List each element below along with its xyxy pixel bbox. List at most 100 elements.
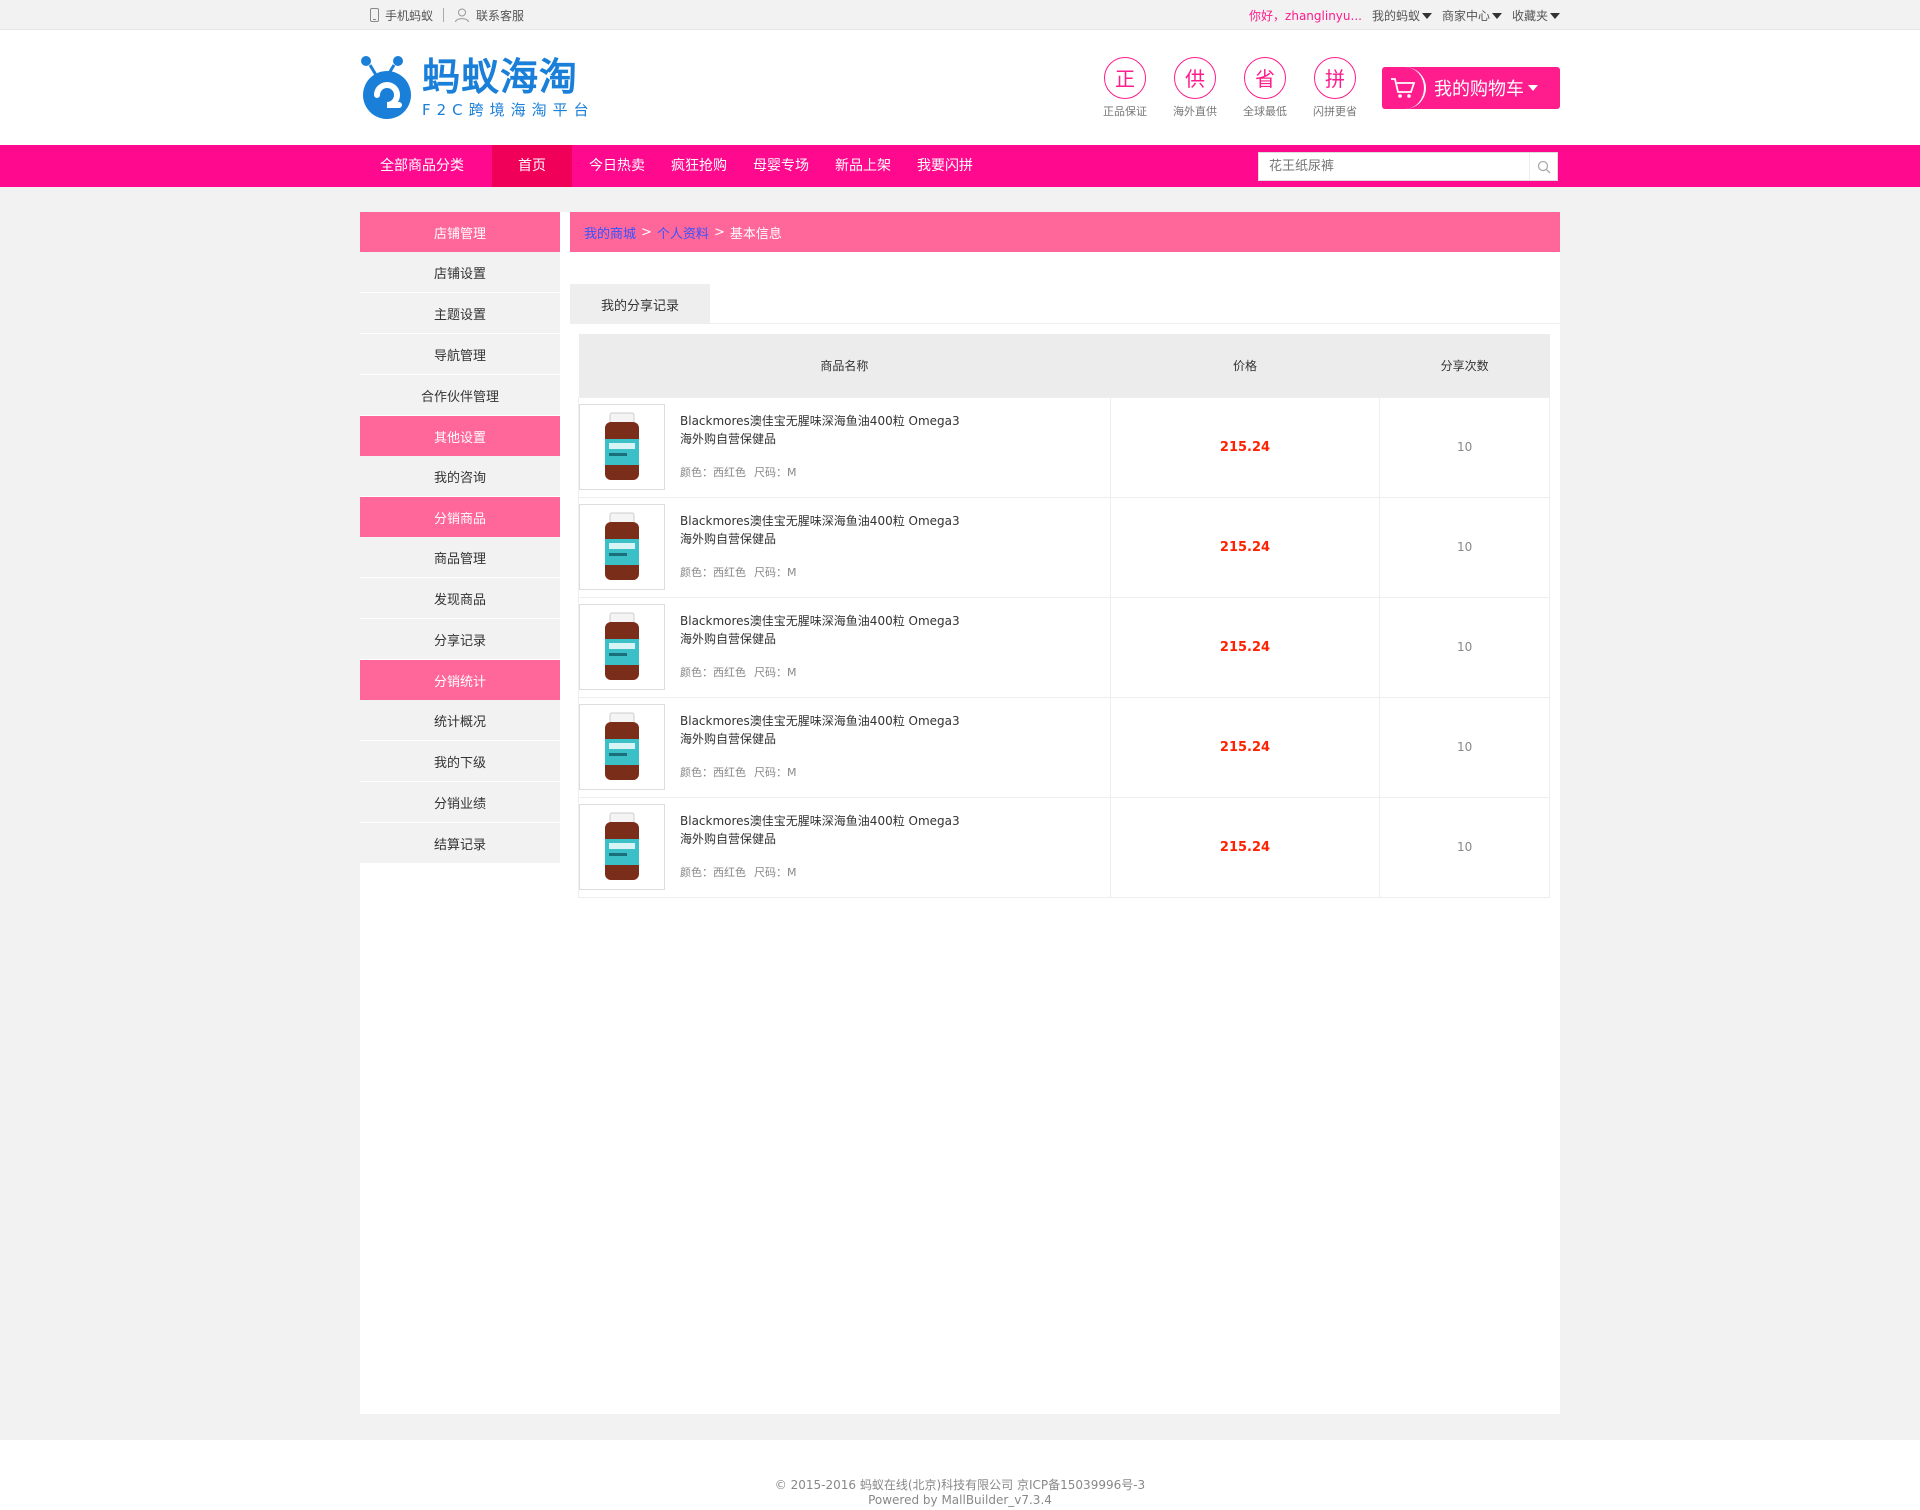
breadcrumb-mall[interactable]: 我的商城 bbox=[584, 223, 636, 242]
product-name[interactable]: Blackmores澳佳宝无腥味深海鱼油400粒 Omega3 海外购自营保健品 bbox=[680, 812, 970, 848]
cart-icon bbox=[1382, 66, 1426, 109]
breadcrumb-separator: > bbox=[641, 224, 652, 240]
badge-icon: 省 bbox=[1244, 56, 1286, 99]
product-price: 215.24 bbox=[1109, 596, 1381, 698]
badge-direct: 供 海外直供 bbox=[1170, 56, 1220, 119]
column-header-share-count: 分享次数 bbox=[1379, 334, 1550, 397]
sidebar-item-partners[interactable]: 合作伙伴管理 bbox=[360, 375, 560, 416]
breadcrumb-current: 基本信息 bbox=[729, 226, 782, 242]
merchant-menu[interactable]: 商家中心 bbox=[1442, 7, 1502, 24]
product-price: 215.24 bbox=[1109, 696, 1381, 798]
product-name-line: Blackmores澳佳宝无腥味深海鱼油400粒 Omega3 bbox=[680, 714, 960, 728]
sidebar-group-statistics: 分销统计 bbox=[360, 660, 560, 700]
badge-label: 全球最低 bbox=[1243, 104, 1287, 118]
nav-all-categories[interactable]: 全部商品分类 bbox=[360, 145, 492, 187]
tab-bar: 我的分享记录 bbox=[570, 284, 1560, 324]
product-name-line: 海外购自营保健品 bbox=[680, 532, 777, 546]
product-image bbox=[605, 812, 639, 880]
badge-group: 拼 闪拼更省 bbox=[1310, 56, 1360, 119]
sidebar-item-inquiries[interactable]: 我的咨询 bbox=[360, 456, 560, 497]
site-header: 蚂蚁海淘 F2C跨境海淘平台 正 正品保证 供 海外直供 省 全球最低 拼 闪拼… bbox=[0, 30, 1920, 145]
sidebar-item-settlement[interactable]: 结算记录 bbox=[360, 823, 560, 864]
logo[interactable]: 蚂蚁海淘 F2C跨境海淘平台 bbox=[360, 53, 595, 123]
mobile-link[interactable]: 手机蚂蚁 bbox=[360, 7, 443, 24]
breadcrumb-profile[interactable]: 个人资料 bbox=[657, 223, 709, 242]
product-name-line: Blackmores澳佳宝无腥味深海鱼油400粒 Omega3 bbox=[680, 814, 960, 828]
product-color: 颜色：西红色 bbox=[680, 766, 746, 779]
sidebar-item-discover-products[interactable]: 发现商品 bbox=[360, 578, 560, 619]
product-name[interactable]: Blackmores澳佳宝无腥味深海鱼油400粒 Omega3 海外购自营保健品 bbox=[680, 612, 970, 648]
product-thumbnail[interactable] bbox=[579, 604, 665, 690]
sidebar-item-nav-management[interactable]: 导航管理 bbox=[360, 334, 560, 375]
sidebar-item-product-management[interactable]: 商品管理 bbox=[360, 537, 560, 578]
search-button[interactable] bbox=[1529, 153, 1557, 180]
chevron-down-icon bbox=[1528, 84, 1538, 91]
badge-label: 闪拼更省 bbox=[1313, 104, 1357, 118]
product-name-line: 海外购自营保健品 bbox=[680, 632, 777, 646]
sidebar-item-theme-settings[interactable]: 主题设置 bbox=[360, 293, 560, 334]
cart-button[interactable]: 我的购物车 bbox=[1382, 66, 1560, 109]
tab-share-records[interactable]: 我的分享记录 bbox=[570, 284, 710, 324]
service-label: 联系客服 bbox=[476, 8, 525, 23]
table-row: Blackmores澳佳宝无腥味深海鱼油400粒 Omega3 海外购自营保健品颜… bbox=[578, 796, 1550, 898]
product-thumbnail[interactable] bbox=[579, 804, 665, 890]
user-greeting[interactable]: 你好，zhanglinyu... bbox=[1249, 7, 1362, 24]
logo-subtitle: F2C跨境海淘平台 bbox=[422, 101, 595, 119]
product-color: 颜色：西红色 bbox=[680, 866, 746, 879]
product-cell: Blackmores澳佳宝无腥味深海鱼油400粒 Omega3 海外购自营保健品颜… bbox=[578, 596, 1111, 698]
sidebar-item-performance[interactable]: 分销业绩 bbox=[360, 782, 560, 823]
product-price: 215.24 bbox=[1109, 496, 1381, 598]
my-ant-menu[interactable]: 我的蚂蚁 bbox=[1372, 7, 1432, 24]
sidebar-item-subordinates[interactable]: 我的下级 bbox=[360, 741, 560, 782]
badge-icon: 供 bbox=[1174, 56, 1216, 99]
sidebar-item-store-settings[interactable]: 店铺设置 bbox=[360, 252, 560, 293]
ant-logo-icon bbox=[361, 55, 411, 119]
user-icon bbox=[455, 8, 470, 23]
product-name[interactable]: Blackmores澳佳宝无腥味深海鱼油400粒 Omega3 海外购自营保健品 bbox=[680, 512, 970, 548]
nav-home[interactable]: 首页 bbox=[492, 145, 572, 187]
badge-label: 海外直供 bbox=[1173, 104, 1217, 118]
badge-label: 正品保证 bbox=[1103, 104, 1147, 118]
nav-hot-today[interactable]: 今日热卖 bbox=[576, 145, 658, 187]
product-thumbnail[interactable] bbox=[579, 404, 665, 490]
nav-flash-sale[interactable]: 疯狂抢购 bbox=[658, 145, 740, 187]
product-name-line: Blackmores澳佳宝无腥味深海鱼油400粒 Omega3 bbox=[680, 414, 960, 428]
product-name[interactable]: Blackmores澳佳宝无腥味深海鱼油400粒 Omega3 海外购自营保健品 bbox=[680, 412, 970, 448]
badge-lowest: 省 全球最低 bbox=[1240, 56, 1290, 119]
nav-new-arrivals[interactable]: 新品上架 bbox=[822, 145, 904, 187]
sidebar-item-share-records[interactable]: 分享记录 bbox=[360, 619, 560, 660]
product-name[interactable]: Blackmores澳佳宝无腥味深海鱼油400粒 Omega3 海外购自营保健品 bbox=[680, 712, 970, 748]
search-input[interactable] bbox=[1259, 153, 1529, 180]
product-size: 尺码：M bbox=[754, 466, 797, 479]
share-records-table: 商品名称 价格 分享次数 Blackmores澳佳宝无腥味深海鱼油400粒 Om… bbox=[578, 334, 1550, 898]
product-thumbnail[interactable] bbox=[579, 504, 665, 590]
product-size: 尺码：M bbox=[754, 766, 797, 779]
favorites-menu[interactable]: 收藏夹 bbox=[1512, 7, 1560, 24]
product-size: 尺码：M bbox=[754, 566, 797, 579]
product-name-line: Blackmores澳佳宝无腥味深海鱼油400粒 Omega3 bbox=[680, 614, 960, 628]
product-image bbox=[605, 412, 639, 480]
favorites-label: 收藏夹 bbox=[1511, 8, 1548, 23]
column-header-price: 价格 bbox=[1110, 334, 1380, 397]
share-count: 10 bbox=[1379, 696, 1550, 798]
sidebar-item-overview[interactable]: 统计概况 bbox=[360, 700, 560, 741]
table-header-row: 商品名称 价格 分享次数 bbox=[578, 334, 1550, 397]
chevron-down-icon bbox=[1550, 13, 1560, 19]
product-name-line: Blackmores澳佳宝无腥味深海鱼油400粒 Omega3 bbox=[680, 514, 960, 528]
product-cell: Blackmores澳佳宝无腥味深海鱼油400粒 Omega3 海外购自营保健品颜… bbox=[578, 396, 1111, 498]
sidebar-group-other: 其他设置 bbox=[360, 416, 560, 456]
nav-baby[interactable]: 母婴专场 bbox=[740, 145, 822, 187]
table-row: Blackmores澳佳宝无腥味深海鱼油400粒 Omega3 海外购自营保健品颜… bbox=[578, 496, 1550, 598]
product-name-line: 海外购自营保健品 bbox=[680, 832, 777, 846]
content-area: 我的商城 > 个人资料 > 基本信息 我的分享记录 商品名称 价格 分享次数 B… bbox=[570, 212, 1560, 898]
badge-icon: 正 bbox=[1104, 56, 1146, 99]
chevron-down-icon bbox=[1421, 13, 1432, 19]
nav-group-buy[interactable]: 我要闪拼 bbox=[904, 145, 986, 187]
table-row: Blackmores澳佳宝无腥味深海鱼油400粒 Omega3 海外购自营保健品颜… bbox=[578, 396, 1550, 498]
footer: © 2015-2016 蚂蚁在线(北京)科技有限公司 京ICP备15039996… bbox=[0, 1440, 1920, 1510]
mobile-label: 手机蚂蚁 bbox=[385, 8, 434, 23]
service-link[interactable]: 联系客服 bbox=[444, 7, 534, 24]
badge-icon: 拼 bbox=[1314, 56, 1356, 99]
top-bar: 手机蚂蚁 联系客服 你好，zhanglinyu... 我的蚂蚁 商家中心 收藏夹 bbox=[0, 0, 1920, 30]
product-thumbnail[interactable] bbox=[579, 704, 665, 790]
